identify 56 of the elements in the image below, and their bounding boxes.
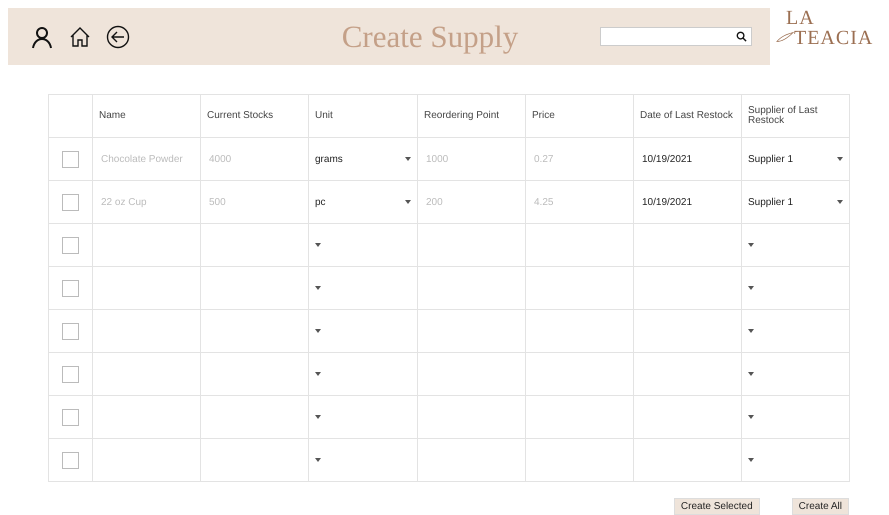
row-checkbox[interactable] bbox=[62, 366, 79, 382]
create-button[interactable]: Create All bbox=[792, 498, 849, 515]
stock-field[interactable]: 4000 bbox=[207, 152, 302, 166]
caret-icon bbox=[315, 415, 321, 419]
column-header: Date of Last Restock bbox=[640, 110, 733, 122]
page-title: Create Supply bbox=[340, 18, 520, 54]
caret-icon bbox=[748, 372, 754, 376]
column-header: Price bbox=[532, 110, 555, 122]
row-checkbox[interactable] bbox=[62, 322, 79, 340]
caret-icon bbox=[315, 243, 321, 247]
price-field[interactable]: 0.27 bbox=[532, 152, 627, 166]
caret-icon bbox=[837, 157, 843, 161]
reorder-field[interactable]: 200 bbox=[424, 196, 519, 208]
caret-icon bbox=[748, 458, 754, 462]
home-icon[interactable] bbox=[68, 24, 92, 48]
create-button[interactable]: Create Selected bbox=[674, 498, 760, 515]
logo-text: TEACIA bbox=[794, 28, 874, 48]
date-field[interactable]: 10/19/2021 bbox=[640, 152, 735, 166]
caret-icon bbox=[405, 200, 411, 204]
name-field[interactable]: 22 oz Cup bbox=[99, 196, 194, 208]
caret-icon bbox=[405, 157, 411, 161]
column-header: Name bbox=[99, 110, 126, 122]
user-icon[interactable] bbox=[30, 24, 54, 48]
caret-icon bbox=[315, 329, 321, 333]
column-header: Reordering Point bbox=[424, 110, 500, 122]
caret-icon bbox=[315, 458, 321, 462]
caret-icon bbox=[748, 286, 754, 290]
column-header: Supplier of Last Restock bbox=[748, 106, 818, 126]
date-field[interactable]: 10/19/2021 bbox=[640, 196, 735, 208]
column-header: Unit bbox=[315, 110, 333, 122]
price-field[interactable]: 4.25 bbox=[532, 196, 627, 208]
dropdown[interactable]: Supplier 1 bbox=[748, 195, 843, 209]
dropdown[interactable]: grams bbox=[315, 152, 411, 166]
reorder-field[interactable]: 1000 bbox=[424, 152, 519, 166]
row-checkbox[interactable] bbox=[62, 452, 79, 468]
dropdown[interactable]: pc bbox=[315, 195, 411, 209]
row-checkbox[interactable] bbox=[62, 236, 79, 254]
leaf-icon bbox=[776, 30, 794, 44]
logo-text: LA bbox=[785, 8, 816, 28]
name-field[interactable]: Chocolate Powder bbox=[99, 152, 194, 166]
dropdown[interactable]: Supplier 1 bbox=[748, 152, 843, 166]
caret-icon bbox=[748, 415, 754, 419]
caret-icon bbox=[748, 329, 754, 333]
search-field[interactable] bbox=[600, 27, 752, 46]
row-checkbox[interactable] bbox=[62, 194, 79, 210]
row-checkbox[interactable] bbox=[62, 408, 79, 426]
column-header: Current Stocks bbox=[207, 110, 274, 122]
search-icon[interactable] bbox=[736, 31, 747, 42]
back-icon[interactable] bbox=[106, 24, 130, 48]
row-checkbox[interactable] bbox=[62, 280, 79, 296]
caret-icon bbox=[748, 243, 754, 247]
row-checkbox[interactable] bbox=[62, 150, 79, 168]
caret-icon bbox=[837, 200, 843, 204]
caret-icon bbox=[315, 372, 321, 376]
stock-field[interactable]: 500 bbox=[207, 196, 302, 208]
caret-icon bbox=[315, 286, 321, 290]
